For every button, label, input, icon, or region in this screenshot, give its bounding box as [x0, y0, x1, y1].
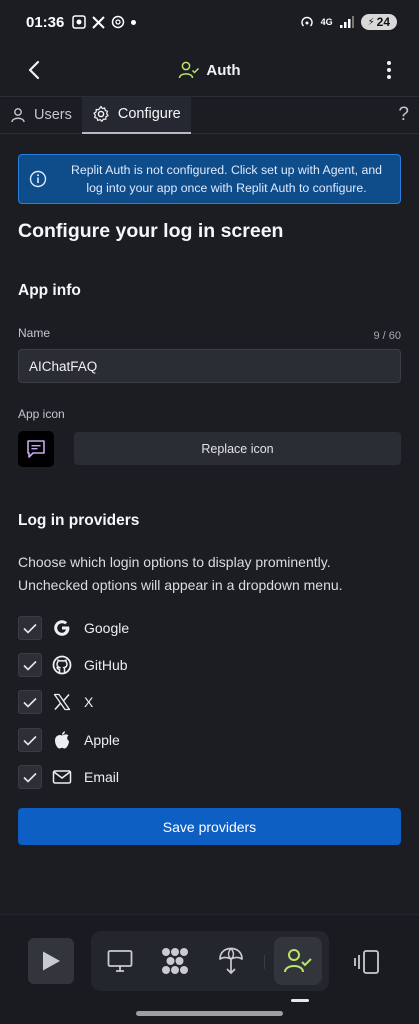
nav-divider — [264, 955, 265, 969]
battery-level: 24 — [376, 15, 390, 29]
notification-dot-icon — [131, 19, 137, 25]
back-button[interactable] — [18, 54, 50, 86]
app-icon-preview — [18, 431, 54, 467]
preview-tool-button[interactable] — [102, 943, 138, 979]
info-icon — [29, 170, 47, 188]
screenshot-icon — [72, 15, 87, 29]
x-checkbox[interactable] — [18, 690, 42, 714]
gear-icon — [93, 105, 109, 122]
github-icon — [50, 653, 74, 677]
status-time: 01:36 — [26, 13, 65, 31]
tab-configure[interactable]: Configure — [81, 96, 191, 134]
tool-switcher — [91, 931, 329, 991]
openai-icon — [112, 15, 125, 29]
tab-bar: Users Configure ? — [0, 96, 419, 134]
providers-description: Choose which login options to display pr… — [18, 554, 343, 593]
chat-bubble-icon — [27, 440, 45, 458]
x-label: X — [84, 694, 94, 710]
checkmark-icon — [23, 660, 37, 671]
run-button[interactable] — [28, 938, 74, 984]
provider-email[interactable]: Email — [18, 765, 119, 789]
checkmark-icon — [23, 697, 37, 708]
tab-configure-label: Configure — [117, 106, 181, 122]
info-banner: Replit Auth is not configured. Click set… — [18, 154, 401, 204]
chevron-left-icon — [28, 60, 40, 80]
apple-label: Apple — [84, 732, 120, 748]
save-providers-button[interactable]: Save providers — [18, 808, 401, 845]
github-label: GitHub — [84, 657, 128, 673]
panel-icon — [354, 950, 379, 974]
email-label: Email — [84, 769, 120, 785]
network-type: 4G — [320, 17, 333, 27]
configure-content: Replit Auth is not configured. Click set… — [18, 134, 401, 845]
replace-icon-button[interactable]: Replace icon — [74, 432, 401, 465]
auth-user-icon — [284, 949, 312, 973]
app-info-heading: App info — [18, 282, 81, 299]
checkmark-icon — [23, 735, 37, 746]
header-title-group: Auth — [178, 61, 241, 79]
apple-checkbox[interactable] — [18, 728, 42, 752]
home-indicator[interactable] — [136, 1011, 283, 1016]
auth-tool-button[interactable] — [274, 937, 322, 985]
provider-google[interactable]: Google — [18, 616, 129, 640]
page-header-title: Auth — [206, 61, 241, 79]
signal-icon — [339, 16, 354, 28]
panels-button[interactable] — [350, 947, 386, 977]
bottom-nav — [0, 914, 419, 1024]
person-icon — [11, 108, 25, 123]
deploy-icon — [219, 947, 243, 975]
app-name-input[interactable] — [18, 349, 401, 383]
google-label: Google — [84, 620, 130, 636]
hotspot-icon — [300, 16, 313, 27]
info-banner-text: Replit Auth is not configured. Click set… — [70, 163, 383, 195]
play-icon — [43, 951, 60, 971]
monitor-icon — [107, 950, 133, 972]
workspace-icon — [162, 948, 188, 974]
mail-icon — [50, 765, 74, 789]
google-icon — [50, 616, 74, 640]
status-notification-icons — [72, 15, 137, 29]
tab-users-label: Users — [34, 107, 72, 123]
google-checkbox[interactable] — [18, 616, 42, 640]
provider-apple[interactable]: Apple — [18, 728, 120, 752]
provider-github[interactable]: GitHub — [18, 653, 128, 677]
x-logo-icon — [92, 15, 106, 29]
page-title: Configure your log in screen — [18, 220, 284, 242]
tab-users[interactable]: Users — [0, 97, 82, 134]
kebab-menu-icon — [387, 61, 391, 79]
active-tool-indicator — [291, 999, 309, 1002]
more-options-button[interactable] — [377, 54, 401, 86]
github-checkbox[interactable] — [18, 653, 42, 677]
apple-icon — [50, 728, 74, 752]
workspace-tool-button[interactable] — [157, 943, 193, 979]
app-header: Auth — [0, 44, 419, 96]
name-char-counter: 9 / 60 — [373, 330, 401, 342]
status-bar: 01:36 4G ⚡ 24 — [0, 0, 419, 44]
app-icon-label: App icon — [18, 407, 65, 421]
checkmark-icon — [23, 623, 37, 634]
provider-x[interactable]: X — [18, 690, 93, 714]
battery-indicator: ⚡ 24 — [360, 14, 397, 30]
status-system-icons: 4G ⚡ 24 — [300, 14, 397, 30]
deployments-tool-button[interactable] — [213, 943, 249, 979]
login-providers-heading: Log in providers — [18, 512, 140, 529]
email-checkbox[interactable] — [18, 765, 42, 789]
help-button[interactable]: ? — [398, 104, 409, 126]
x-icon — [50, 690, 74, 714]
checkmark-icon — [23, 772, 37, 783]
name-label: Name — [18, 326, 51, 340]
auth-user-icon — [179, 61, 200, 79]
